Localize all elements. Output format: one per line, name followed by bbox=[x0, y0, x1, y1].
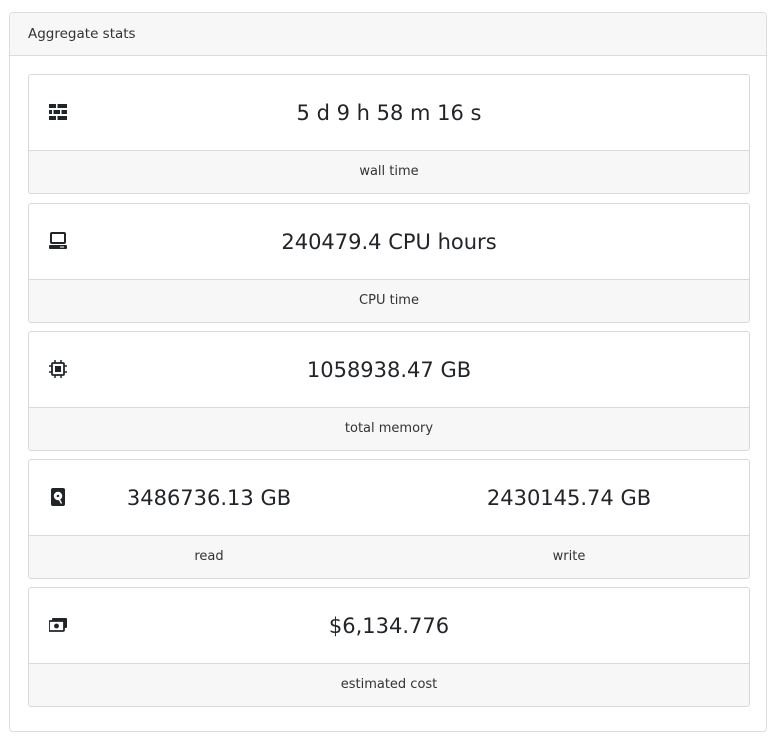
panel-title: Aggregate stats bbox=[10, 13, 766, 56]
cost-value: $6,134.776 bbox=[328, 614, 450, 638]
write-label: write bbox=[552, 549, 586, 564]
io-card: 3486736.13 GB 2430145.74 GB read write bbox=[28, 459, 750, 579]
wall-time-value: 5 d 9 h 58 m 16 s bbox=[296, 101, 482, 125]
cpu-time-value: 240479.4 CPU hours bbox=[281, 230, 497, 254]
cpu-time-label: CPU time bbox=[359, 293, 419, 308]
read-value: 3486736.13 GB bbox=[126, 486, 292, 510]
memory-card: 1058938.47 GB total memory bbox=[28, 331, 750, 451]
cost-card: $6,134.776 estimated cost bbox=[28, 587, 750, 707]
memory-body: 1058938.47 GB bbox=[29, 332, 749, 408]
memory-footer: total memory bbox=[29, 408, 749, 450]
memory-value: 1058938.47 GB bbox=[306, 358, 472, 382]
wall-time-body: 5 d 9 h 58 m 16 s bbox=[29, 75, 749, 151]
cost-body: $6,134.776 bbox=[29, 588, 749, 664]
wall-time-card: 5 d 9 h 58 m 16 s wall time bbox=[28, 74, 750, 194]
aggregate-stats-panel: Aggregate stats 5 d 9 h 58 m 16 s wall t… bbox=[9, 12, 767, 732]
cost-footer: estimated cost bbox=[29, 664, 749, 706]
io-body: 3486736.13 GB 2430145.74 GB bbox=[29, 460, 749, 536]
write-value: 2430145.74 GB bbox=[486, 486, 652, 510]
cpu-time-footer: CPU time bbox=[29, 280, 749, 322]
io-footer: read write bbox=[29, 536, 749, 578]
cpu-time-body: 240479.4 CPU hours bbox=[29, 204, 749, 280]
read-label: read bbox=[194, 549, 224, 564]
wall-time-label: wall time bbox=[359, 164, 419, 179]
cost-label: estimated cost bbox=[340, 677, 438, 692]
cpu-time-card: 240479.4 CPU hours CPU time bbox=[28, 203, 750, 323]
memory-label: total memory bbox=[344, 421, 434, 436]
wall-time-footer: wall time bbox=[29, 151, 749, 193]
